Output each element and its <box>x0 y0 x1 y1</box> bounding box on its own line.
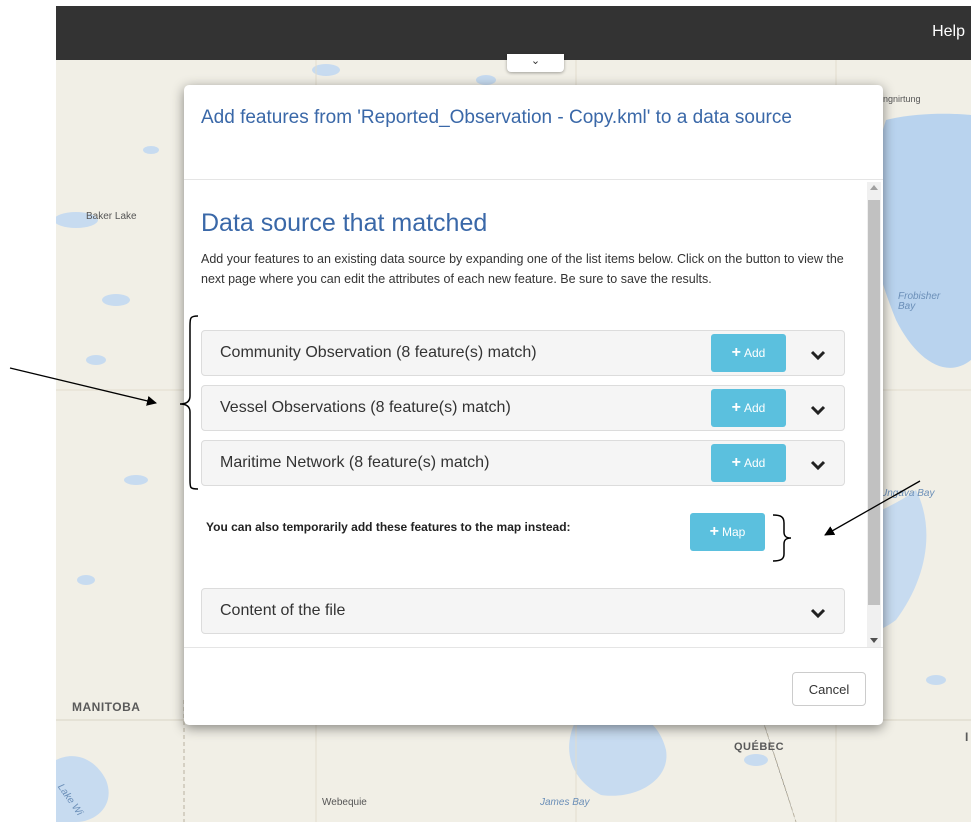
add-features-dialog: Add features from 'Reported_Observation … <box>184 85 883 725</box>
source-item-label: Vessel Observations (8 feature(s) match) <box>220 399 511 416</box>
add-community-observation-button[interactable]: + Add <box>711 334 786 372</box>
map-label-edge: I <box>965 730 969 744</box>
collapse-toolbar-button[interactable]: ⌄ <box>507 54 564 72</box>
content-of-file-label: Content of the file <box>220 602 346 619</box>
chevron-down-icon: ⌄ <box>530 54 541 67</box>
section-description: Add your features to an existing data so… <box>201 252 844 286</box>
scrollbar-thumb[interactable] <box>868 200 880 605</box>
map-button-label: Map <box>722 525 746 539</box>
dialog-body: Data source that matched Add your featur… <box>184 180 883 647</box>
map-label-ungava-bay: Ungava Bay <box>880 488 935 499</box>
map-label-manitoba: MANITOBA <box>72 700 141 714</box>
dialog-scrollbar[interactable] <box>867 182 881 647</box>
map-label-quebec: QUÉBEC <box>734 741 785 753</box>
chevron-down-icon[interactable] <box>810 605 826 621</box>
cancel-button[interactable]: Cancel <box>792 672 866 706</box>
dialog-header: Add features from 'Reported_Observation … <box>184 85 883 180</box>
chevron-down-icon[interactable] <box>810 457 826 473</box>
chevron-down-icon[interactable] <box>810 402 826 418</box>
source-item-label: Community Observation (8 feature(s) matc… <box>220 344 537 361</box>
add-button-label: Add <box>743 401 766 415</box>
map-label-frobisher-bay: Frobisher Bay <box>898 291 941 312</box>
plus-icon: + <box>731 344 741 361</box>
map-label-baker-lake: Baker Lake <box>86 211 137 222</box>
plus-icon: + <box>731 454 741 471</box>
help-link[interactable]: Help <box>932 23 965 41</box>
section-title: Data source that matched <box>201 209 488 237</box>
plus-icon: + <box>709 523 719 540</box>
scroll-down-arrow-icon[interactable] <box>870 638 878 643</box>
chevron-down-icon[interactable] <box>810 347 826 363</box>
add-button-label: Add <box>743 456 766 470</box>
content-of-file-item[interactable]: Content of the file <box>201 588 845 634</box>
map-label-james-bay: James Bay <box>540 797 590 808</box>
source-item-label: Maritime Network (8 feature(s) match) <box>220 454 490 471</box>
dialog-title: Add features from 'Reported_Observation … <box>201 107 792 128</box>
dialog-footer: Cancel <box>184 647 883 726</box>
add-maritime-network-button[interactable]: + Add <box>711 444 786 482</box>
add-button-label: Add <box>743 346 766 360</box>
top-bar: Help <box>56 6 971 60</box>
temporary-add-text: You can also temporarily add these featu… <box>206 520 571 534</box>
plus-icon: + <box>731 399 741 416</box>
scroll-up-arrow-icon[interactable] <box>870 185 878 190</box>
add-vessel-observations-button[interactable]: + Add <box>711 389 786 427</box>
add-to-map-button[interactable]: + Map <box>690 513 765 551</box>
map-label-webequie: Webequie <box>322 797 367 808</box>
